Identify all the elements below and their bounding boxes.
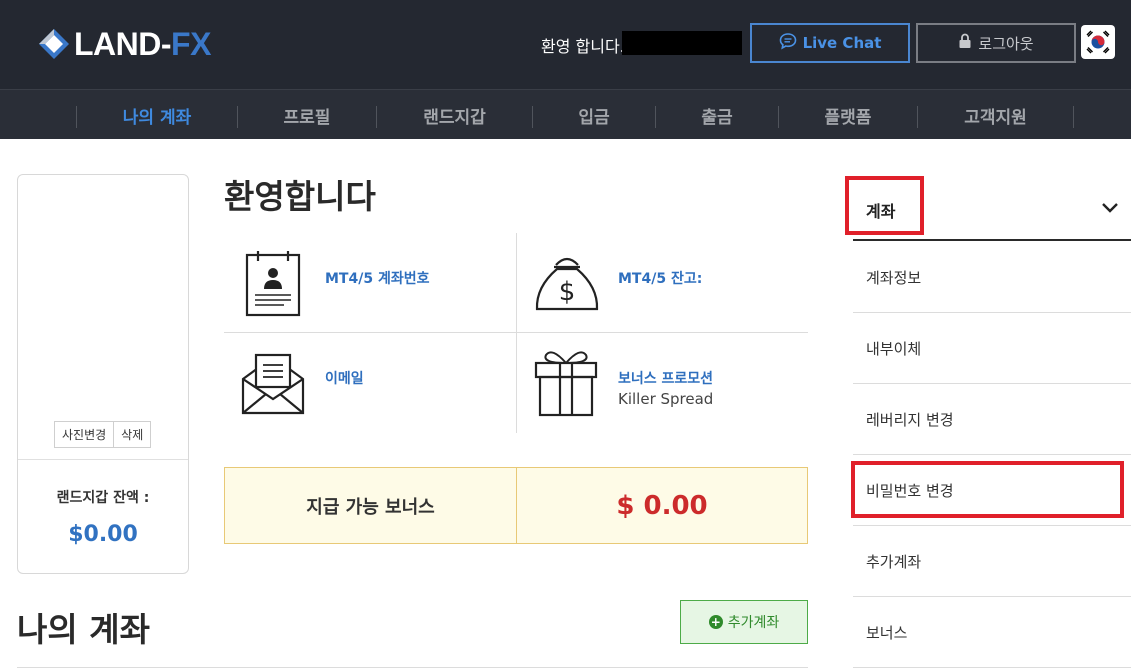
- nav-item-support[interactable]: 고객지원: [918, 90, 1073, 140]
- divider: [17, 667, 808, 668]
- nav-item-my-account[interactable]: 나의 계좌: [77, 90, 237, 140]
- divider: [516, 233, 517, 433]
- wallet-balance-value: $0.00: [68, 522, 138, 547]
- my-accounts-title: 나의 계좌: [17, 610, 150, 649]
- available-bonus-label: 지급 가능 보너스: [225, 468, 517, 543]
- main-nav: 나의 계좌 프로필 랜드지갑 입금 출금 플랫폼 고객지원: [0, 89, 1131, 139]
- profile-card: 사진변경 삭제 랜드지갑 잔액 : $0.00: [17, 174, 189, 574]
- svg-text:$: $: [559, 277, 576, 307]
- lock-icon: [958, 33, 972, 53]
- logout-label: 로그아웃: [978, 34, 1034, 53]
- side-item-password-change[interactable]: 비밀번호 변경: [853, 455, 1131, 526]
- logo-text-main: LAND-: [74, 25, 172, 62]
- top-header: LAND-FX 환영 합니다. Live Chat 로그아웃: [0, 0, 1131, 89]
- side-menu-header-label: 계좌: [866, 202, 896, 221]
- available-bonus-box: 지급 가능 보너스 $ 0.00: [224, 467, 808, 544]
- balance-label: MT4/5 잔고:: [618, 271, 703, 287]
- nav-item-land-wallet[interactable]: 랜드지갑: [377, 90, 532, 140]
- money-bag-icon: $: [532, 251, 602, 317]
- gift-box-icon: [534, 345, 598, 421]
- live-chat-label: Live Chat: [802, 34, 882, 52]
- side-item-account-info[interactable]: 계좌정보: [853, 242, 1131, 313]
- nav-item-withdrawal[interactable]: 출금: [656, 90, 778, 140]
- bonus-promotion-value: Killer Spread: [618, 390, 714, 408]
- photo-actions: 사진변경 삭제: [54, 421, 152, 448]
- chevron-down-icon: [1101, 200, 1119, 214]
- chat-bubble-icon: [779, 32, 797, 54]
- wallet-balance-label: 랜드지갑 잔액 :: [56, 490, 150, 506]
- side-item-leverage-change[interactable]: 레버리지 변경: [853, 384, 1131, 455]
- side-item-additional-account[interactable]: 추가계좌: [853, 526, 1131, 597]
- bonus-promotion-label: 보너스 프로모션: [618, 371, 714, 387]
- land-fx-logo[interactable]: LAND-FX: [36, 24, 211, 64]
- document-icon: [244, 249, 302, 321]
- account-number-label: MT4/5 계좌번호: [325, 271, 430, 287]
- welcome-text: 환영 합니다.: [541, 37, 625, 56]
- page-title: 환영합니다: [224, 177, 376, 216]
- live-chat-button[interactable]: Live Chat: [750, 23, 910, 63]
- nav-separator: [1073, 106, 1074, 128]
- plus-circle-icon: +: [708, 615, 723, 629]
- nav-item-profile[interactable]: 프로필: [238, 90, 376, 140]
- add-account-button[interactable]: + 추가계좌: [680, 600, 808, 644]
- email-label: 이메일: [325, 371, 364, 387]
- masked-username: [622, 31, 742, 55]
- nav-item-deposit[interactable]: 입금: [533, 90, 655, 140]
- side-item-bonus[interactable]: 보너스: [853, 597, 1131, 668]
- nav-item-platform[interactable]: 플랫폼: [779, 90, 917, 140]
- account-info-grid: MT4/5 계좌번호 $ MT4/5 잔고: 이메일 보너스 프로모션 Kill…: [224, 233, 808, 433]
- add-account-label: 추가계좌: [727, 615, 780, 631]
- divider: [224, 332, 808, 333]
- side-item-internal-transfer[interactable]: 내부이체: [853, 313, 1131, 384]
- side-menu-header[interactable]: 계좌: [853, 176, 1131, 241]
- logout-button[interactable]: 로그아웃: [916, 23, 1076, 63]
- logo-text-accent: FX: [171, 25, 211, 62]
- korea-flag-icon[interactable]: [1081, 25, 1115, 59]
- logo-diamond-icon: [36, 26, 72, 62]
- divider: [18, 459, 188, 460]
- change-photo-button[interactable]: 사진변경: [54, 421, 115, 448]
- envelope-icon: [240, 351, 306, 421]
- available-bonus-value: $ 0.00: [616, 490, 708, 521]
- delete-photo-button[interactable]: 삭제: [114, 421, 152, 448]
- logo-text: LAND-FX: [74, 26, 211, 63]
